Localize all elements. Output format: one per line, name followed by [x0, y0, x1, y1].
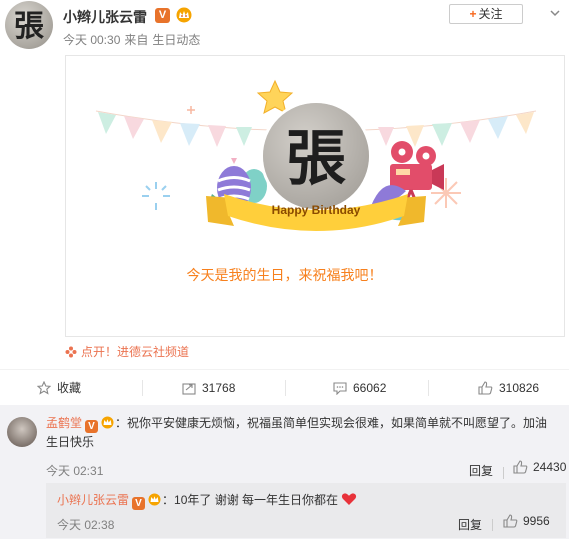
comment-time: 今天 02:31: [46, 464, 104, 478]
sub-reply-reply-button[interactable]: 回复: [458, 516, 482, 533]
author-name[interactable]: 小辫儿张云雷: [63, 7, 147, 27]
crown-badge-icon: [101, 416, 114, 429]
post-header: 張 小辫儿张云雷 V + 关注 今天 00:30 来自 生日动态: [0, 0, 569, 56]
favorite-label: 收藏: [57, 381, 82, 395]
crown-badge-icon: [148, 493, 161, 506]
birthday-card[interactable]: 張 Happy Birthday: [65, 55, 565, 337]
comments-section: 孟鹤堂 V ：祝你平安健康无烦恼，祝福虽简单但实现会很难，如果简单就不叫愿望了。加油…: [0, 405, 569, 539]
divider: [428, 380, 429, 396]
birthday-message: 今天是我的生日，来祝福我吧！: [186, 267, 383, 283]
sub-reply-like-count: 9956: [523, 514, 550, 528]
action-bar: 收藏 31768 66062 310826: [0, 369, 569, 405]
bunting-flags-left: [98, 112, 252, 147]
like-button[interactable]: 310826: [478, 370, 539, 406]
sub-reply-text: ：10年了 谢谢 每一年生日你都在: [162, 493, 339, 507]
comment-body: 孟鹤堂 V ：祝你平安健康无烦恼，祝福虽简单但实现会很难，如果简单就不叫愿望了。加油…: [46, 414, 558, 452]
sub-reply-like-button[interactable]: 9956: [503, 514, 550, 528]
heart-icon: [342, 493, 357, 505]
commenter-name[interactable]: 孟鹤堂: [46, 416, 82, 430]
repost-count: 31768: [202, 381, 236, 395]
birthday-illustration: 張 Happy Birthday: [95, 79, 537, 231]
favorite-button[interactable]: 收藏: [36, 370, 82, 406]
comment-text: ：祝你平安健康无烦恼，祝福虽简单但实现会很难，如果简单就不叫愿望了。加油 生日快…: [46, 416, 548, 449]
flower-icon: [65, 346, 77, 358]
channel-link-label: 点开！进德云社频道: [81, 345, 190, 359]
post-source[interactable]: 生日动态: [152, 33, 200, 47]
verified-badge-icon: V: [132, 497, 146, 510]
divider: [142, 380, 143, 396]
thumbs-up-icon: [478, 381, 493, 395]
verified-badge-icon: V: [85, 420, 99, 433]
follow-label: 关注: [478, 7, 503, 21]
like-count: 310826: [499, 381, 540, 395]
comment-button[interactable]: 66062: [333, 370, 386, 406]
source-prefix: 来自: [124, 33, 149, 47]
plus-icon: +: [469, 7, 477, 21]
divider: [492, 519, 493, 531]
crown-badge-icon: [176, 7, 192, 23]
card-avatar: 張: [260, 100, 372, 212]
chevron-down-icon[interactable]: [548, 6, 562, 20]
comment-like-button[interactable]: 24430: [513, 460, 566, 474]
repost-button[interactable]: 31768: [182, 370, 235, 406]
thumbs-up-icon: [503, 514, 518, 528]
sub-reply-time: 今天 02:38: [57, 518, 115, 532]
svg-text:張: 張: [286, 124, 346, 194]
star-outline-icon: [36, 380, 52, 395]
sub-reply-body: 小辫儿张云雷 V ：10年了 谢谢 每一年生日你都在: [57, 491, 357, 510]
comment-count: 66062: [353, 381, 387, 395]
commenter-avatar[interactable]: [7, 417, 37, 447]
post-meta: 今天 00:30 来自 生日动态: [63, 31, 204, 48]
sub-reply: 小辫儿张云雷 V ：10年了 谢谢 每一年生日你都在 今天 02:38 回复 995…: [46, 483, 566, 538]
verified-badge-icon: V: [155, 8, 170, 23]
comment-reply-button[interactable]: 回复: [469, 462, 493, 479]
repost-icon: [182, 383, 196, 395]
comment-icon: [333, 382, 347, 396]
post-time[interactable]: 今天 00:30: [63, 33, 120, 47]
author-avatar[interactable]: 張: [5, 1, 53, 49]
divider: [285, 380, 286, 396]
comment-like-count: 24430: [533, 460, 567, 474]
follow-button[interactable]: + 关注: [449, 4, 523, 24]
svg-text:張: 張: [14, 9, 44, 44]
channel-link[interactable]: 点开！进德云社频道: [65, 343, 189, 360]
sparkle-left: [187, 106, 195, 114]
thumbs-up-icon: [513, 460, 528, 474]
sparkle-burst: [142, 182, 170, 210]
divider: [503, 467, 504, 479]
sub-reply-author[interactable]: 小辫儿张云雷: [57, 493, 129, 507]
ribbon-text: Happy Birthday: [272, 203, 361, 217]
